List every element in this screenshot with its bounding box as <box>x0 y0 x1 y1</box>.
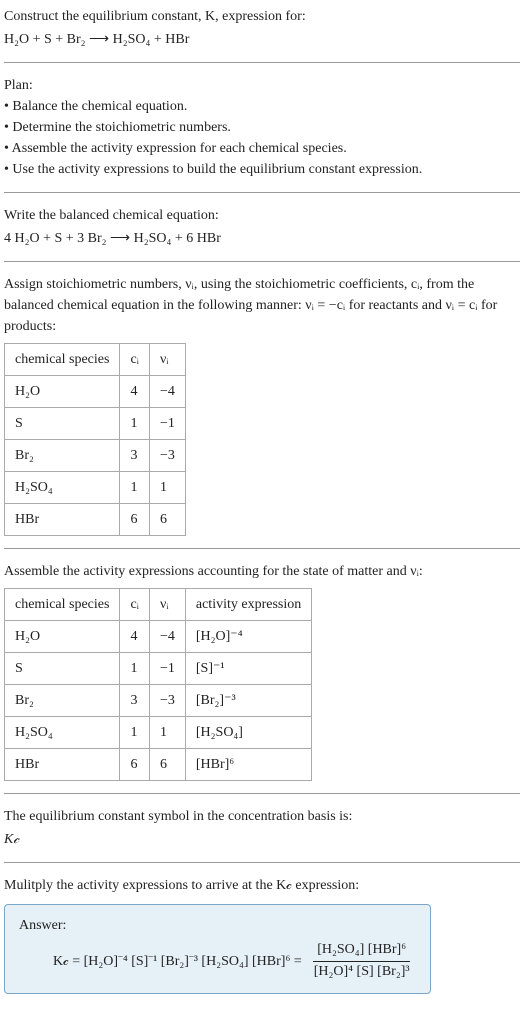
cell-species: S <box>5 408 120 440</box>
plan-item: • Determine the stoichiometric numbers. <box>4 117 520 138</box>
cell-vi: −4 <box>149 621 185 653</box>
cell-ci: 1 <box>120 653 150 685</box>
cell-ci: 1 <box>120 717 150 749</box>
cell-ci: 6 <box>120 504 150 536</box>
stoich-intro: Assign stoichiometric numbers, νᵢ, using… <box>4 274 520 337</box>
divider <box>4 62 520 63</box>
table-row: H₂O 4 −4 [H₂O]⁻⁴ <box>5 621 312 653</box>
cell-vi: −4 <box>149 376 185 408</box>
cell-species: Br₂ <box>5 440 120 472</box>
cell-vi: 1 <box>149 472 185 504</box>
divider <box>4 261 520 262</box>
plan-heading: Plan: <box>4 75 520 96</box>
plan-item: • Balance the chemical equation. <box>4 96 520 117</box>
cell-species: Br₂ <box>5 685 120 717</box>
multiply-line: Mulitply the activity expressions to arr… <box>4 875 520 896</box>
divider <box>4 548 520 549</box>
cell-species: S <box>5 653 120 685</box>
table-row: Br₂ 3 −3 <box>5 440 186 472</box>
cell-ci: 4 <box>120 621 150 653</box>
divider <box>4 862 520 863</box>
col-activity: activity expression <box>185 589 311 621</box>
cell-species: HBr <box>5 749 120 781</box>
table-row: Br₂ 3 −3 [Br₂]⁻³ <box>5 685 312 717</box>
cell-vi: −3 <box>149 685 185 717</box>
answer-label: Answer: <box>19 915 416 936</box>
plan-item: • Use the activity expressions to build … <box>4 159 520 180</box>
table-row: H₂SO₄ 1 1 [H₂SO₄] <box>5 717 312 749</box>
col-species: chemical species <box>5 344 120 376</box>
balanced-equation: 4 H₂O + S + 3 Br₂ ⟶ H₂SO₄ + 6 HBr <box>4 228 520 249</box>
table-header-row: chemical species cᵢ νᵢ <box>5 344 186 376</box>
cell-species: H₂O <box>5 376 120 408</box>
cell-ci: 6 <box>120 749 150 781</box>
answer-fraction: [H₂SO₄] [HBr]⁶ [H₂O]⁴ [S] [Br₂]³ <box>310 942 414 981</box>
cell-ci: 1 <box>120 472 150 504</box>
divider <box>4 793 520 794</box>
cell-activity: [HBr]⁶ <box>185 749 311 781</box>
table-row: S 1 −1 [S]⁻¹ <box>5 653 312 685</box>
table-header-row: chemical species cᵢ νᵢ activity expressi… <box>5 589 312 621</box>
col-vi: νᵢ <box>149 589 185 621</box>
cell-vi: 6 <box>149 504 185 536</box>
plan-item: • Assemble the activity expression for e… <box>4 138 520 159</box>
cell-species: H₂SO₄ <box>5 717 120 749</box>
table-row: S 1 −1 <box>5 408 186 440</box>
prompt-heading: Construct the equilibrium constant, K, e… <box>4 6 520 27</box>
cell-activity: [H₂SO₄] <box>185 717 311 749</box>
input-equation: H₂O + S + Br₂ ⟶ H₂SO₄ + HBr <box>4 29 520 50</box>
answer-denominator: [H₂O]⁴ [S] [Br₂]³ <box>310 962 414 981</box>
answer-numerator: [H₂SO₄] [HBr]⁶ <box>313 942 410 962</box>
cell-species: H₂O <box>5 621 120 653</box>
divider <box>4 192 520 193</box>
col-vi: νᵢ <box>149 344 185 376</box>
col-ci: cᵢ <box>120 344 150 376</box>
col-ci: cᵢ <box>120 589 150 621</box>
kc-symbol: K𝒸 <box>4 829 520 850</box>
table-row: HBr 6 6 [HBr]⁶ <box>5 749 312 781</box>
cell-activity: [S]⁻¹ <box>185 653 311 685</box>
cell-vi: −3 <box>149 440 185 472</box>
cell-vi: 1 <box>149 717 185 749</box>
col-species: chemical species <box>5 589 120 621</box>
cell-species: H₂SO₄ <box>5 472 120 504</box>
cell-vi: −1 <box>149 408 185 440</box>
cell-ci: 3 <box>120 685 150 717</box>
cell-ci: 1 <box>120 408 150 440</box>
answer-lhs: K𝒸 = [H₂O]⁻⁴ [S]⁻¹ [Br₂]⁻³ [H₂SO₄] [HBr]… <box>53 951 302 972</box>
table-row: H₂O 4 −4 <box>5 376 186 408</box>
table-row: HBr 6 6 <box>5 504 186 536</box>
balanced-label: Write the balanced chemical equation: <box>4 205 520 226</box>
answer-expression: K𝒸 = [H₂O]⁻⁴ [S]⁻¹ [Br₂]⁻³ [H₂SO₄] [HBr]… <box>19 942 416 981</box>
cell-vi: −1 <box>149 653 185 685</box>
stoich-table: chemical species cᵢ νᵢ H₂O 4 −4 S 1 −1 B… <box>4 343 186 536</box>
prompt-text: Construct the equilibrium constant, K, e… <box>4 9 306 24</box>
answer-box: Answer: K𝒸 = [H₂O]⁻⁴ [S]⁻¹ [Br₂]⁻³ [H₂SO… <box>4 904 431 994</box>
activity-intro: Assemble the activity expressions accoun… <box>4 561 520 582</box>
cell-ci: 3 <box>120 440 150 472</box>
cell-activity: [H₂O]⁻⁴ <box>185 621 311 653</box>
kc-statement: The equilibrium constant symbol in the c… <box>4 806 520 827</box>
cell-ci: 4 <box>120 376 150 408</box>
activity-table: chemical species cᵢ νᵢ activity expressi… <box>4 588 312 781</box>
table-row: H₂SO₄ 1 1 <box>5 472 186 504</box>
cell-species: HBr <box>5 504 120 536</box>
cell-vi: 6 <box>149 749 185 781</box>
cell-activity: [Br₂]⁻³ <box>185 685 311 717</box>
